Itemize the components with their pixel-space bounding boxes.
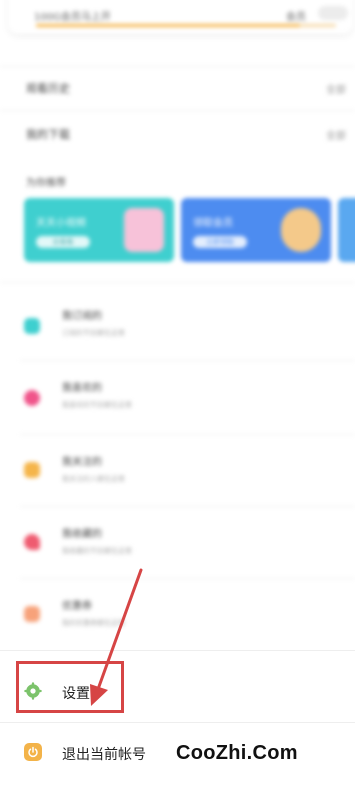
divider [20,360,355,361]
top-card-text: 100G会员马上开 [34,12,111,23]
star-icon [24,462,40,478]
menu-item-title: 我关注的 [62,457,102,468]
banner-title: 领取会员 [193,218,233,229]
menu-item-subtitle: 我的优惠券都在这里 [62,619,125,627]
download-more[interactable]: 全部 [326,127,346,142]
recommend-title: 为你推荐 [26,178,66,189]
menu-item-liked[interactable]: 我喜欢的 我喜欢的节目都在这里 [0,364,355,436]
menu-item-following[interactable]: 我关注的 我关注的人都在这里 [0,440,355,512]
collect-icon [24,534,40,550]
banner-video[interactable]: 天天小视频 去看看 [24,198,174,262]
download-label: 我的下载 [26,128,70,141]
history-more[interactable]: 全部 [326,81,346,96]
top-progress-bar [36,24,336,27]
banner-button[interactable]: 去看看 [36,236,90,248]
heart-icon [24,390,40,406]
banner-title: 天天小视频 [36,218,86,229]
divider [0,66,355,67]
menu-item-collected[interactable]: 我收藏的 我收藏的节目都在这里 [0,512,355,584]
menu-item-subtitle: 我收藏的节目都在这里 [62,547,132,555]
top-progress-fill [36,24,300,27]
menu-item-subtitle: 我关注的人都在这里 [62,475,125,483]
annotation-highlight-box [16,661,124,713]
divider [0,722,355,723]
menu-item-title: 我收藏的 [62,529,102,540]
divider [20,578,355,579]
subscribe-icon [24,318,40,334]
menu-item-coupon[interactable]: 优惠券 我的优惠券都在这里 [0,584,355,656]
history-label: 观看历史 [26,82,70,95]
watermark-text: CooZhi.Com [176,742,298,764]
menu-item-title: 我订阅的 [62,311,102,322]
divider [20,434,355,435]
banner-vip[interactable]: 领取会员 立即领取 [181,198,331,262]
banner-partial[interactable] [338,198,355,262]
divider [20,506,355,507]
top-card-pill[interactable] [318,6,348,20]
power-icon [24,743,42,761]
top-card-right-text: 会员 [286,12,306,23]
coupon-icon [24,606,40,622]
divider [0,110,355,111]
menu-item-subscribed[interactable]: 我订阅的 订阅的节目都在这里 [0,290,355,362]
logout-label: 退出当前帐号 [62,747,146,763]
menu-item-subtitle: 订阅的节目都在这里 [62,329,125,337]
menu-item-title: 优惠券 [62,601,92,612]
divider [0,282,355,283]
banner-illustration [124,208,164,252]
banner-illustration [281,208,321,252]
menu-item-subtitle: 我喜欢的节目都在这里 [62,401,132,409]
menu-item-title: 我喜欢的 [62,383,102,394]
blurred-background-content: 100G会员马上开 会员 观看历史 全部 我的下载 全部 为你推荐 天天小视频 … [0,0,355,650]
banner-button[interactable]: 立即领取 [193,236,247,248]
divider [0,650,355,651]
top-membership-card[interactable]: 100G会员马上开 会员 [8,0,353,34]
